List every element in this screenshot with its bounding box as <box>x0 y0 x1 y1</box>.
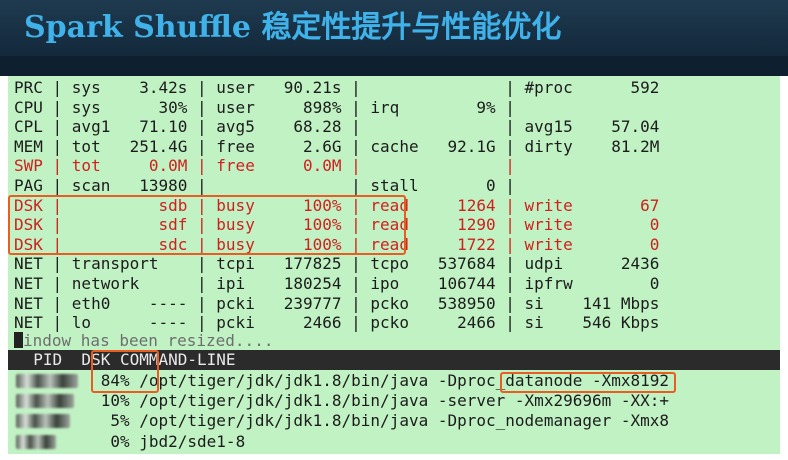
stat-row-net: NET | eth0 ---- | pcki 239777 | pcko 538… <box>14 293 660 313</box>
process-row: 0% jbd2/sde1-8 <box>14 432 245 452</box>
process-dsk: 0% <box>14 431 140 451</box>
process-command: /opt/tiger/jdk/jdk1.8/bin/java -Dproc_no… <box>139 411 670 431</box>
dsk-column-highlight <box>91 350 159 393</box>
process-command: /opt/tiger/jdk/jdk1.8/bin/java -server -… <box>139 391 670 411</box>
atop-terminal: PRC | sys 3.42s | user 90.21s | | #proc … <box>8 76 780 454</box>
process-dsk: 10% <box>14 391 140 411</box>
process-row: 5% /opt/tiger/jdk/jdk1.8/bin/java -Dproc… <box>14 411 669 431</box>
slide-title: Spark Shuffle 稳定性提升与性能优化 <box>24 8 561 48</box>
dsk-rows-highlight <box>8 195 406 255</box>
resize-message: indow has been resized.... <box>23 331 274 350</box>
stat-row-cpl: CPL | avg1 71.10 | avg5 68.28 | | avg15 … <box>14 117 660 137</box>
stat-row-prc: PRC | sys 3.42s | user 90.21s | | #proc … <box>14 78 660 97</box>
stat-row-cpu: CPU | sys 30% | user 898% | irq 9% | <box>14 97 515 117</box>
datanode-highlight <box>500 372 676 393</box>
slide-title-zh: 稳定性提升与性能优化 <box>261 10 562 45</box>
terminal-cursor <box>14 332 23 348</box>
stat-row-net: NET | transport | tcpi 177825 | tcpo 537… <box>14 254 660 274</box>
stat-row-swp: SWP | tot 0.0M | free 0.0M | | <box>14 156 515 176</box>
process-row: 10% /opt/tiger/jdk/jdk1.8/bin/java -serv… <box>14 391 669 411</box>
header-strip <box>0 56 788 76</box>
stat-row-mem: MEM | tot 251.4G | free 2.6G | cache 92.… <box>14 136 660 156</box>
slide-title-en: Spark Shuffle <box>24 10 262 45</box>
stat-row-pag: PAG | scan 13980 | | stall 0 | <box>14 176 515 195</box>
stat-row-net: NET | network | ipi 180254 | ipo 106744 … <box>14 274 660 293</box>
slide-header: Spark Shuffle 稳定性提升与性能优化 <box>0 0 788 76</box>
process-command: jbd2/sde1-8 <box>139 431 246 451</box>
resize-message-row: indow has been resized.... <box>14 331 273 351</box>
process-dsk: 5% <box>14 411 140 431</box>
